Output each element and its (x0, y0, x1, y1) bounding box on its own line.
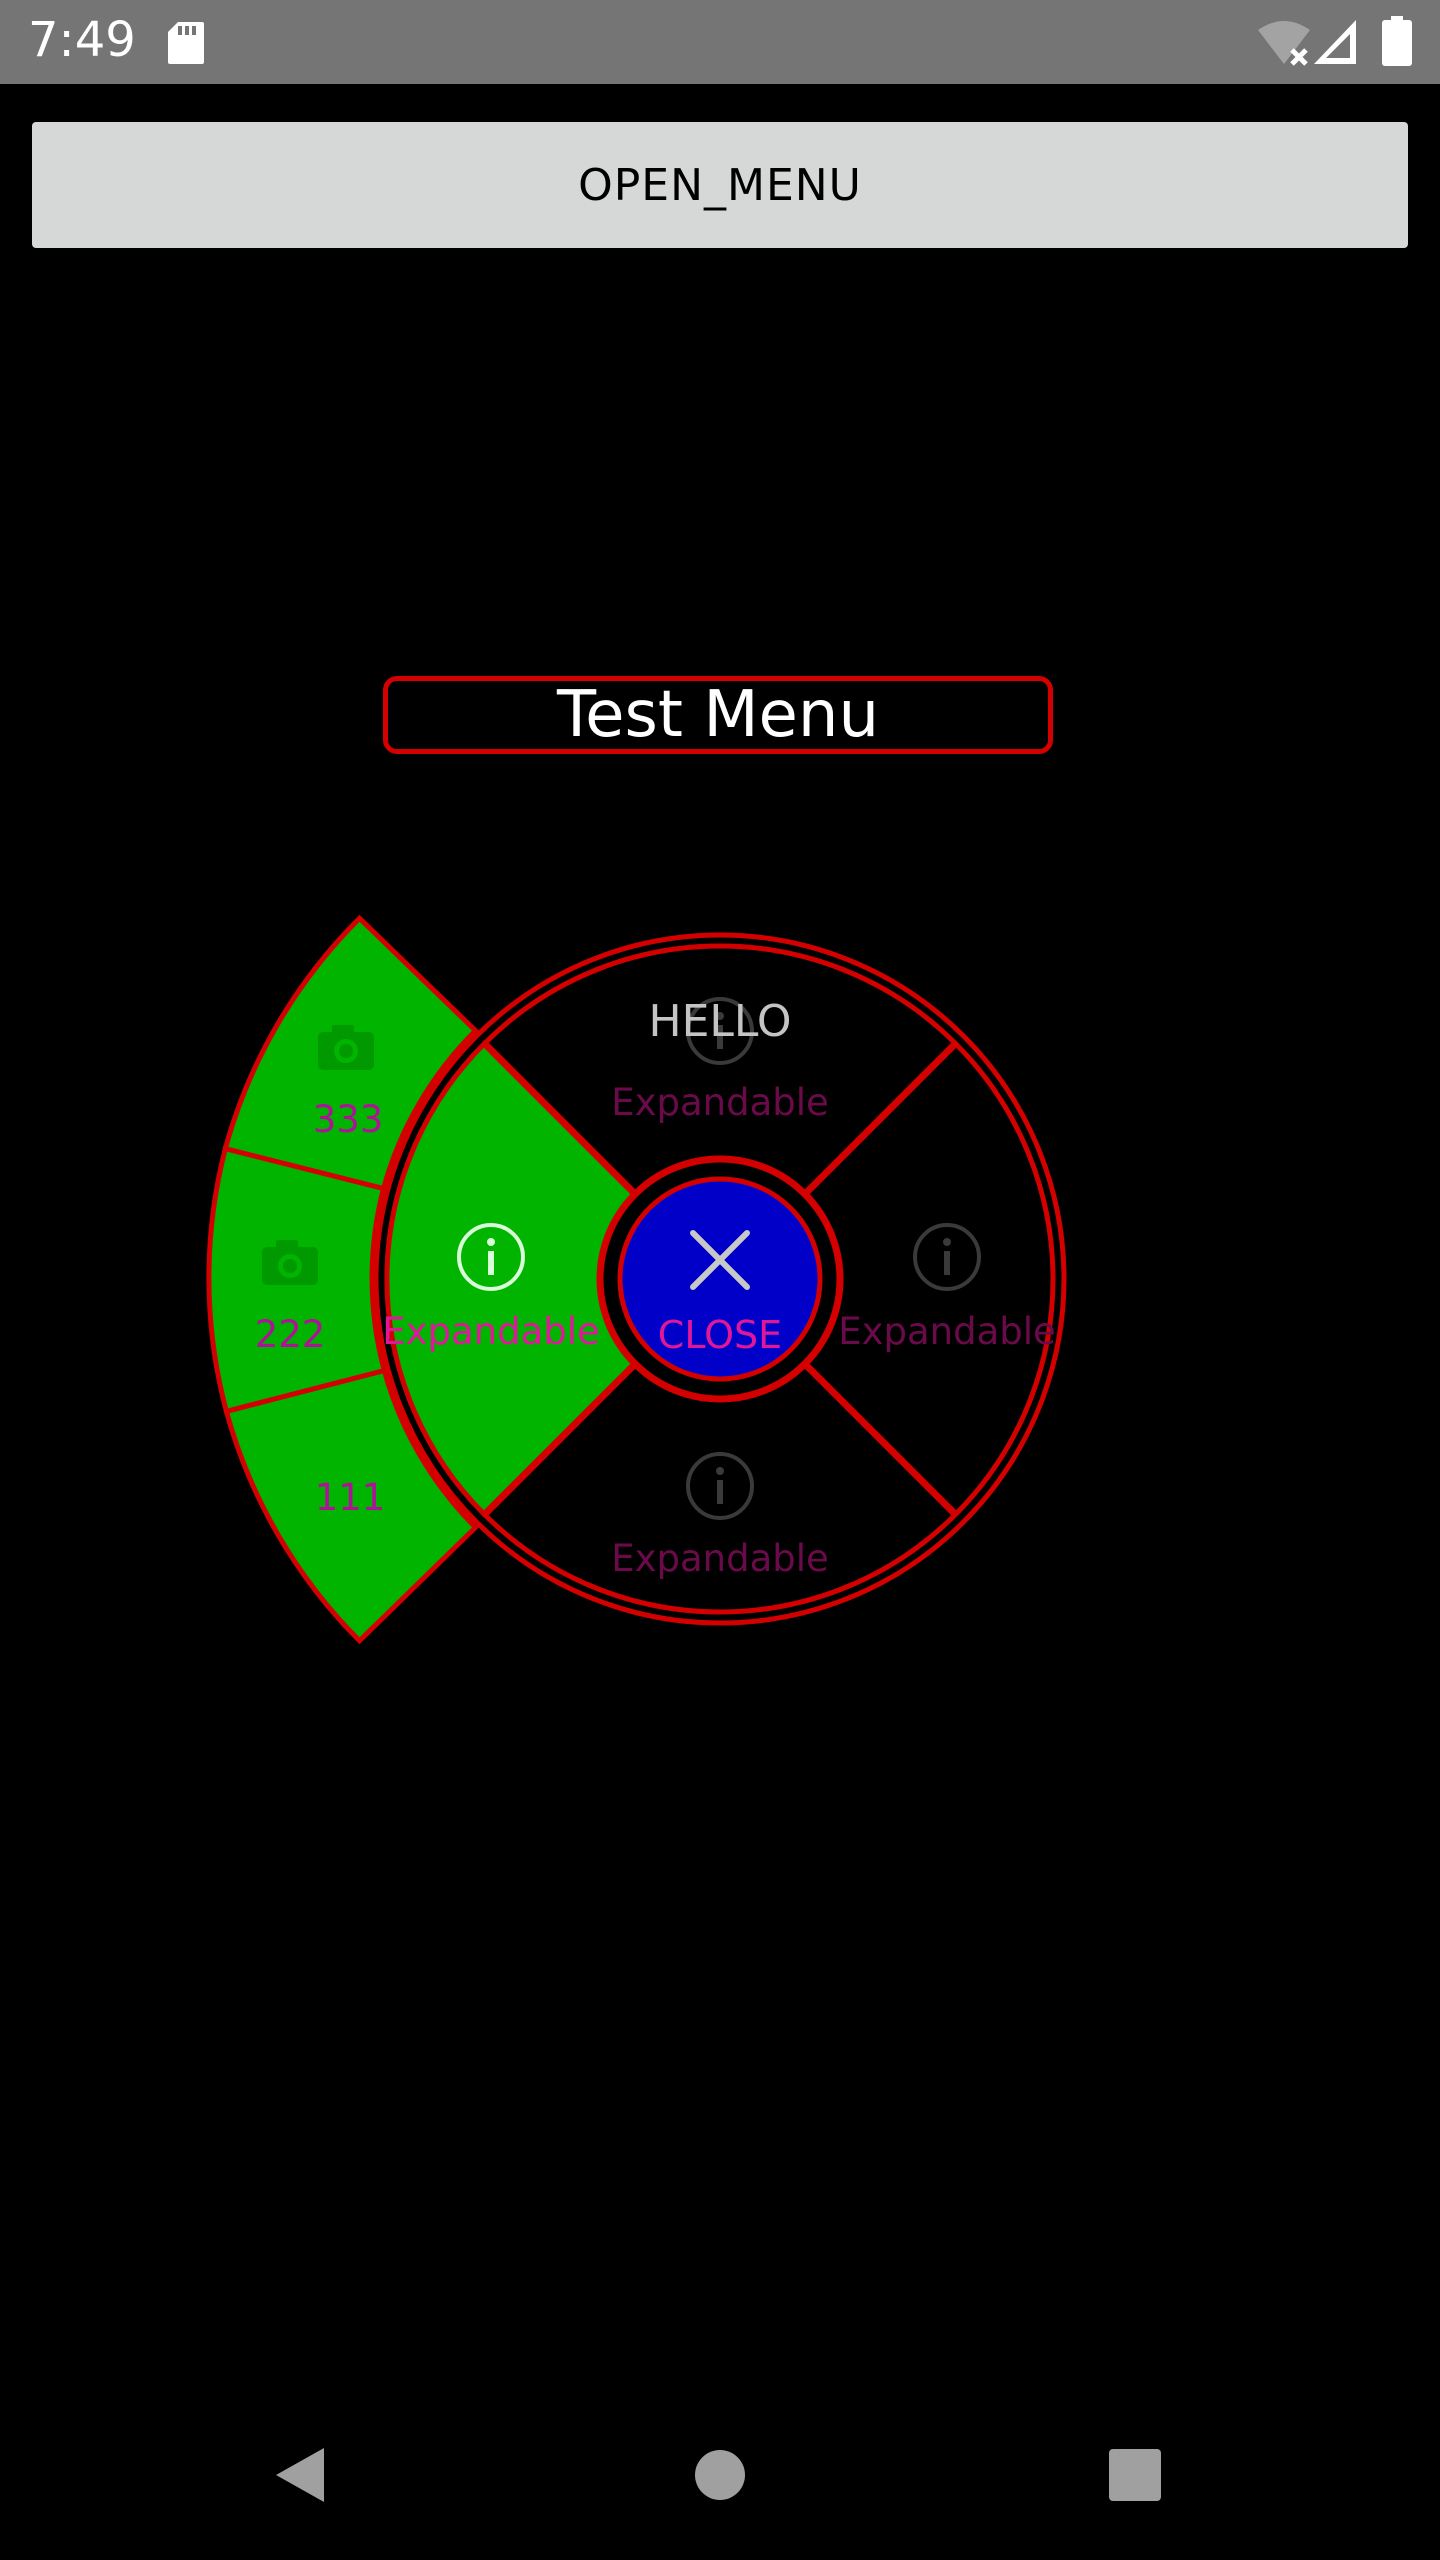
back-icon[interactable] (272, 2444, 328, 2506)
sub-item-111-label[interactable]: 111 (315, 1476, 386, 1519)
menu-item-right-label[interactable]: Expandable (838, 1310, 1056, 1353)
radial-menu: CLOSE HELLO Expandable Expandable Expand… (206, 914, 1067, 1645)
menu-item-top-label[interactable]: Expandable (611, 1081, 829, 1124)
navigation-bar (0, 2400, 1440, 2560)
recents-icon[interactable] (1108, 2448, 1162, 2502)
close-label[interactable]: CLOSE (658, 1313, 782, 1357)
menu-item-top-header[interactable]: HELLO (649, 996, 792, 1047)
home-icon[interactable] (694, 2449, 746, 2501)
sub-item-333-label[interactable]: 333 (313, 1098, 384, 1141)
menu-item-left-label[interactable]: Expandable (382, 1310, 600, 1353)
sub-item-222-label[interactable]: 222 (255, 1313, 326, 1356)
menu-item-bottom-label[interactable]: Expandable (611, 1537, 829, 1580)
